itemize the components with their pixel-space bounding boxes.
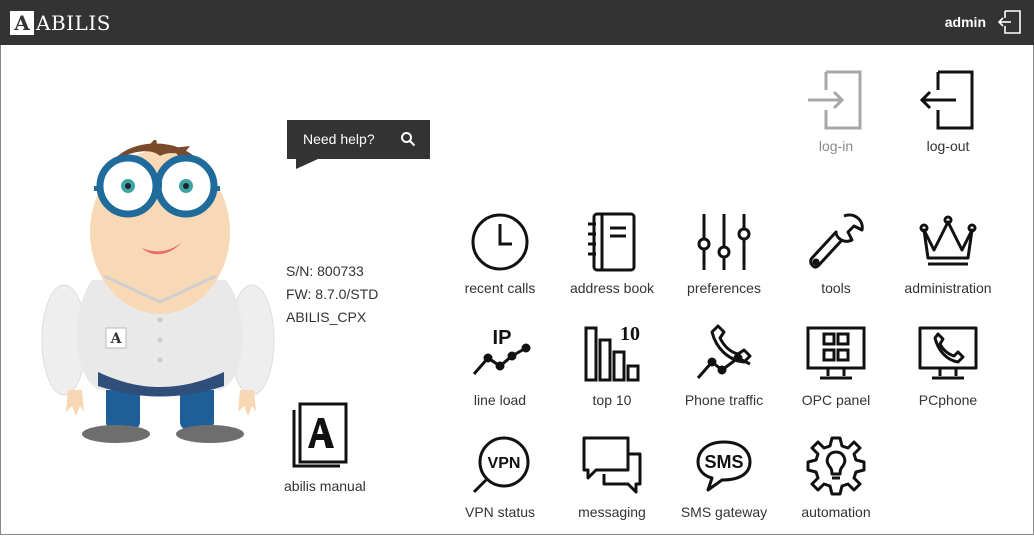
- tile-log-out-label: log-out: [926, 138, 970, 154]
- top-bar: A ABILIS admin: [0, 0, 1034, 45]
- tile-address-book[interactable]: address book: [556, 210, 668, 318]
- search-icon: [401, 132, 416, 147]
- tile-log-in-label: log-in: [818, 138, 854, 154]
- serial-number: S/N: 800733: [286, 263, 364, 279]
- top10-icon-text: 10: [620, 323, 640, 345]
- tile-automation-label: automation: [801, 504, 871, 520]
- tile-recent-calls-label: recent calls: [464, 280, 536, 296]
- mascot-illustration: A: [41, 140, 275, 443]
- monitor-grid-icon: [806, 326, 866, 380]
- logo-letter: A: [10, 11, 34, 35]
- tile-sms-gateway-label: SMS gateway: [680, 504, 768, 520]
- ip-line-chart-icon: IP: [472, 327, 531, 375]
- tile-sms-gateway[interactable]: SMS SMS gateway: [668, 434, 780, 542]
- device-info: S/N: 800733 FW: 8.7.0/STD ABILIS_CPX: [286, 260, 378, 329]
- vpn-icon-text: VPN: [488, 455, 521, 472]
- sliders-icon: [697, 214, 751, 270]
- abilis-manual-label: abilis manual: [284, 478, 366, 494]
- tile-phone-traffic-label: Phone traffic: [684, 392, 764, 408]
- tile-messaging[interactable]: messaging: [556, 434, 668, 542]
- crown-icon: [919, 215, 977, 266]
- tile-tools[interactable]: tools: [780, 210, 892, 318]
- clock-icon: [471, 213, 529, 271]
- svg-text:A: A: [110, 331, 123, 347]
- tile-line-load[interactable]: IP line load: [444, 322, 556, 430]
- tile-tools-label: tools: [821, 280, 851, 296]
- bar-chart-icon: 10: [584, 323, 640, 382]
- user-name: admin: [944, 14, 986, 30]
- abilis-manual-button[interactable]: abilis manual: [284, 400, 380, 494]
- tile-vpn-status[interactable]: VPN VPN status: [444, 434, 556, 542]
- logo-text: ABILIS: [36, 11, 111, 35]
- tile-pcphone[interactable]: PCphone: [892, 322, 1004, 430]
- logout-icon[interactable]: [996, 9, 1022, 35]
- help-label: Need help?: [303, 131, 375, 147]
- tile-line-load-label: line load: [473, 392, 527, 408]
- tile-messaging-label: messaging: [578, 504, 646, 520]
- tile-pcphone-label: PCphone: [918, 392, 978, 408]
- logout-icon: [919, 70, 974, 130]
- tile-top-10[interactable]: 10 top 10: [556, 322, 668, 430]
- help-bubble-tail: [296, 159, 318, 169]
- tile-administration-label: administration: [904, 280, 992, 296]
- sms-bubble-icon: SMS: [696, 440, 752, 492]
- tile-address-book-label: address book: [569, 280, 655, 296]
- tile-vpn-status-label: VPN status: [464, 504, 536, 520]
- tile-opc-panel[interactable]: OPC panel: [780, 322, 892, 430]
- vpn-magnifier-icon: VPN: [472, 436, 530, 494]
- tile-recent-calls[interactable]: recent calls: [444, 210, 556, 318]
- abilis-logo: A ABILIS: [10, 10, 111, 36]
- wrench-icon: [809, 213, 864, 269]
- gear-bulb-icon: [806, 436, 866, 496]
- help-button[interactable]: Need help?: [287, 120, 430, 159]
- address-book-icon: [588, 212, 636, 272]
- tile-opc-panel-label: OPC panel: [801, 392, 871, 408]
- tile-log-out[interactable]: log-out: [892, 68, 1004, 176]
- monitor-phone-icon: [918, 326, 978, 380]
- tile-automation[interactable]: automation: [780, 434, 892, 542]
- firmware-version: FW: 8.7.0/STD: [286, 286, 379, 302]
- tile-log-in[interactable]: log-in: [780, 68, 892, 176]
- login-icon: [808, 70, 862, 130]
- device-name: ABILIS_CPX: [286, 309, 367, 325]
- tile-preferences[interactable]: preferences: [668, 210, 780, 318]
- phone-chart-icon: [696, 324, 752, 379]
- sms-icon-text: SMS: [704, 452, 743, 472]
- ip-icon-text: IP: [493, 327, 512, 349]
- chat-bubbles-icon: [582, 436, 642, 494]
- tile-top-10-label: top 10: [592, 392, 632, 408]
- tile-administration[interactable]: administration: [892, 210, 1004, 318]
- tile-preferences-label: preferences: [687, 280, 761, 296]
- tile-phone-traffic[interactable]: Phone traffic: [668, 322, 780, 430]
- manual-book-icon: [292, 402, 348, 468]
